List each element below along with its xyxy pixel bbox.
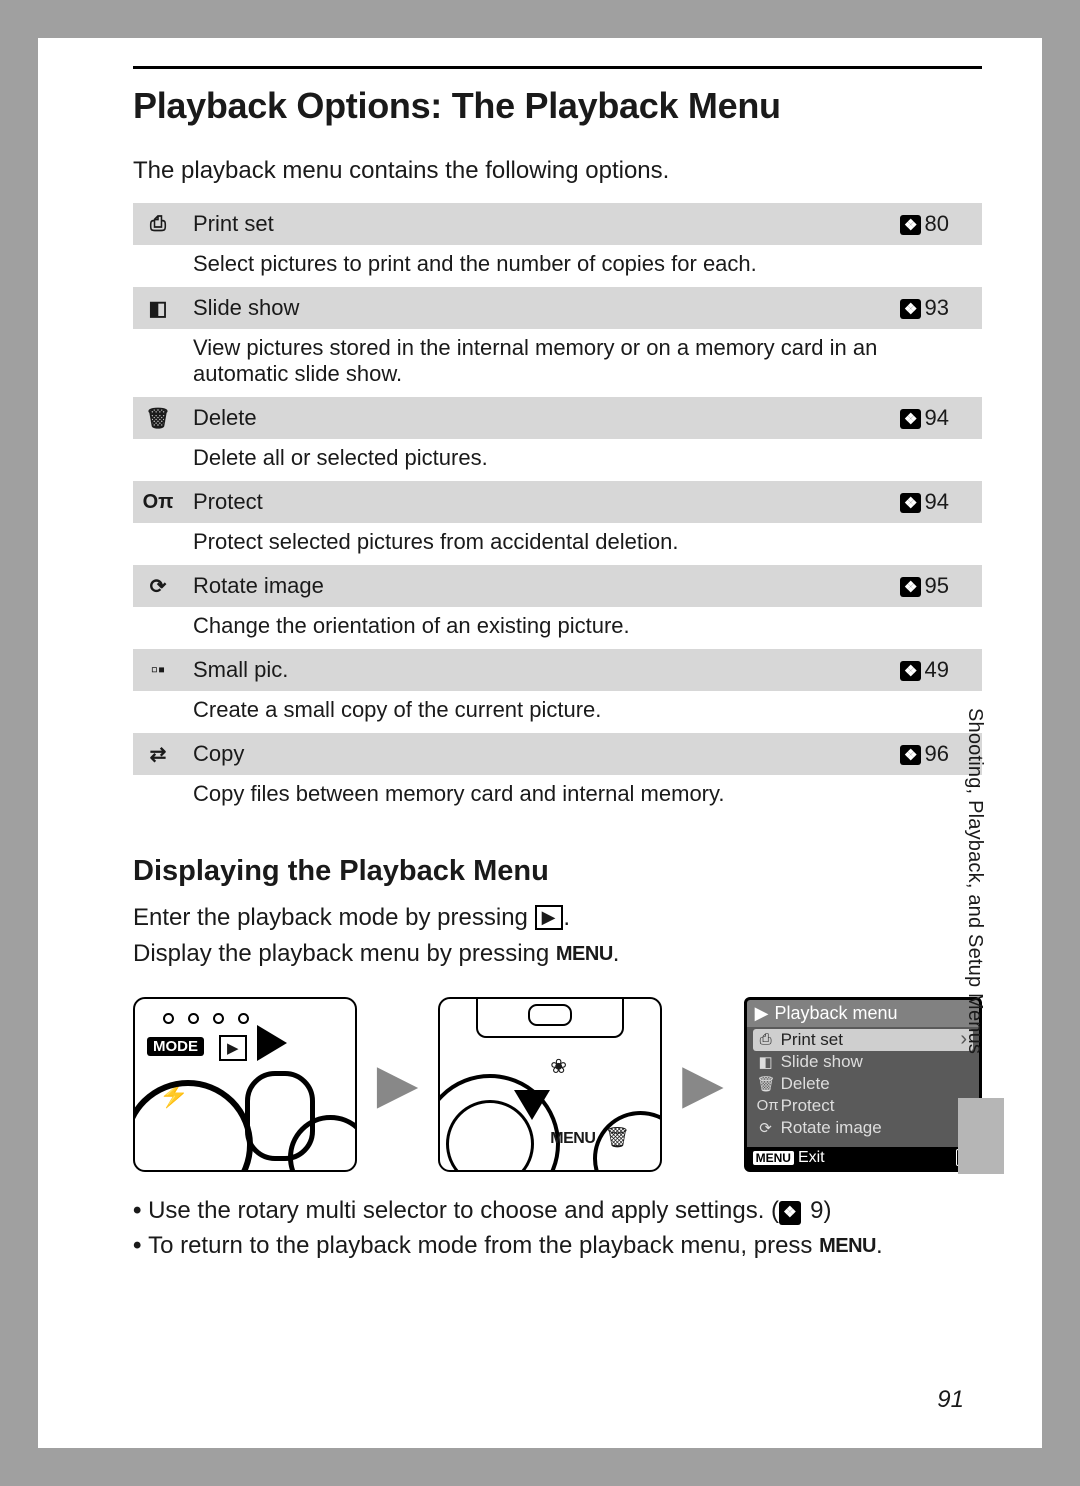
enter-instruction: Enter the playback mode by pressing ▶. — [133, 902, 982, 934]
camera-back-figure: ❀ MENU 🗑 — [438, 997, 662, 1172]
options-table: ⎙Print set❖80Select pictures to print an… — [133, 203, 982, 817]
bullet-list: Use the rotary multi selector to choose … — [133, 1194, 982, 1264]
menu-button-label: MENU — [550, 1130, 595, 1148]
option-icon: ⟳ — [133, 565, 185, 607]
mode-badge: MODE — [147, 1037, 204, 1056]
subheading: Displaying the Playback Menu — [133, 855, 982, 888]
arrow-icon: ▶ — [377, 1057, 419, 1111]
intro-text: The playback menu contains the following… — [133, 157, 982, 185]
macro-icon: ❀ — [550, 1054, 567, 1079]
camera-top-figure: MODE ▶ ⚡ — [133, 997, 357, 1172]
option-icon: Oπ — [133, 481, 185, 523]
option-icon: ⎙ — [133, 203, 185, 245]
option-title: Copy — [185, 733, 892, 775]
option-title: Rotate image — [185, 565, 892, 607]
bullet-item: Use the rotary multi selector to choose … — [133, 1194, 982, 1229]
exit-label: Exit — [798, 1149, 825, 1166]
figure-row: MODE ▶ ⚡ ▶ ❀ MENU 🗑 ▶ ▶ — [133, 997, 982, 1172]
option-icon: ◧ — [133, 287, 185, 329]
option-desc: Copy files between memory card and inter… — [185, 775, 982, 817]
page-number: 91 — [937, 1386, 964, 1414]
bullet-item: To return to the playback mode from the … — [133, 1229, 982, 1264]
arrow-icon: ▶ — [682, 1057, 724, 1111]
option-page-ref: ❖94 — [892, 481, 982, 523]
option-desc: Select pictures to print and the number … — [185, 245, 982, 287]
option-page-ref: ❖94 — [892, 397, 982, 439]
option-title: Protect — [185, 481, 892, 523]
option-page-ref: ❖80 — [892, 203, 982, 245]
option-page-ref: ❖93 — [892, 287, 982, 329]
option-title: Delete — [185, 397, 892, 439]
option-desc: Delete all or selected pictures. — [185, 439, 982, 481]
option-desc: Change the orientation of an existing pi… — [185, 607, 982, 649]
menu-label-inline: MENU — [556, 943, 613, 965]
play-icon: ▶ — [535, 905, 564, 930]
option-page-ref: ❖49 — [892, 649, 982, 691]
option-desc: Protect selected pictures from accidenta… — [185, 523, 982, 565]
option-icon: ⇄ — [133, 733, 185, 775]
screen-title: Playback menu — [774, 1003, 897, 1024]
menu-badge: MENU — [753, 1151, 794, 1165]
screen-menu-item: OπProtect — [753, 1095, 973, 1117]
option-icon: 🗑 — [133, 397, 185, 439]
section-sidetext: Shooting, Playback, and Setup Menus — [963, 708, 986, 1054]
option-desc: View pictures stored in the internal mem… — [185, 329, 982, 397]
option-page-ref: ❖95 — [892, 565, 982, 607]
screen-menu-item: ⟳Rotate image — [753, 1117, 973, 1139]
play-icon: ▶ — [755, 1003, 769, 1024]
page-title: Playback Options: The Playback Menu — [133, 85, 982, 127]
option-icon: ▫▪ — [133, 649, 185, 691]
screen-menu-item: ◧Slide show — [753, 1051, 973, 1073]
option-title: Small pic. — [185, 649, 892, 691]
pointer-icon — [257, 1025, 287, 1061]
play-button-icon: ▶ — [219, 1035, 247, 1061]
screen-menu-item: ⎙Print set — [753, 1029, 973, 1051]
option-title: Print set — [185, 203, 892, 245]
lcd-screen-figure: ▶ Playback menu ⎙Print set◧Slide show🗑De… — [744, 997, 982, 1172]
pointer-down-icon — [514, 1090, 550, 1120]
display-instruction: Display the playback menu by pressing ME… — [133, 938, 982, 970]
option-title: Slide show — [185, 287, 892, 329]
screen-menu-item: 🗑Delete — [753, 1073, 973, 1095]
section-tab — [958, 1098, 1004, 1174]
option-desc: Create a small copy of the current pictu… — [185, 691, 982, 733]
